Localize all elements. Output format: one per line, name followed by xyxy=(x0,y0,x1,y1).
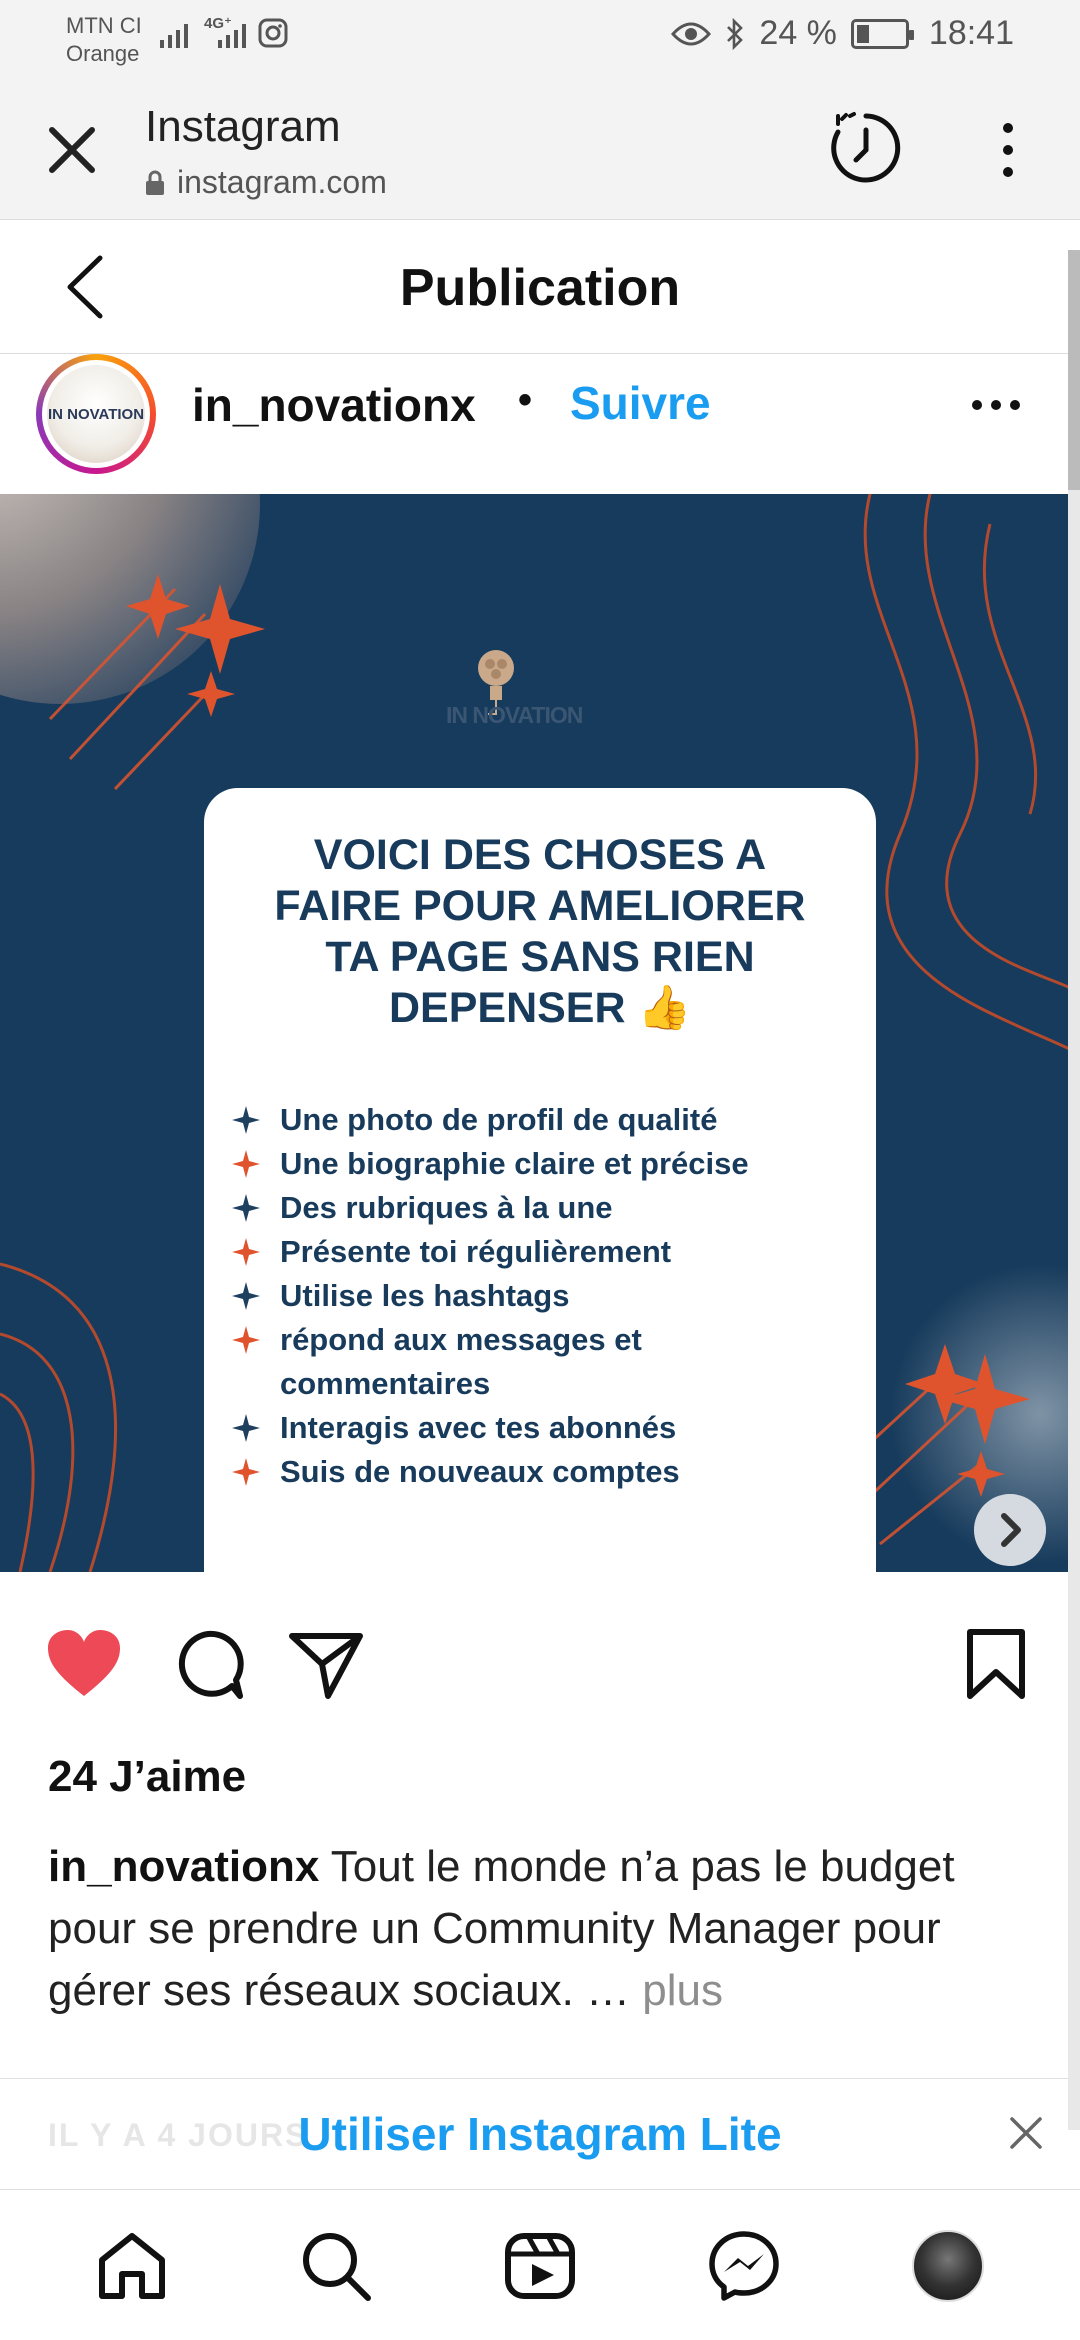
more-vertical-icon[interactable] xyxy=(996,118,1020,182)
messenger-icon[interactable] xyxy=(708,2230,780,2302)
close-icon[interactable] xyxy=(40,118,104,182)
tip-text: Une biographie claire et précise xyxy=(280,1146,749,1181)
bluetooth-icon xyxy=(727,17,744,50)
clock: 18:41 xyxy=(928,14,1014,52)
tip-item: répond aux messages et xyxy=(224,1318,749,1362)
instagram-notification-icon xyxy=(258,18,288,48)
eye-icon xyxy=(671,22,712,45)
sparkle-bullet-icon xyxy=(232,1194,260,1222)
sparkle-bullet-icon xyxy=(232,1458,260,1486)
card-title: VOICI DES CHOSES A FAIRE POUR AMELIORER … xyxy=(204,830,876,1034)
tip-text: Utilise les hashtags xyxy=(280,1278,570,1313)
lock-icon xyxy=(146,170,164,195)
signal-icons: 4G⁺ xyxy=(160,15,288,48)
page-title: Publication xyxy=(399,259,681,317)
comment-icon[interactable] xyxy=(170,1628,246,1700)
send-icon[interactable] xyxy=(288,1628,364,1700)
post-header: IN NOVATION in_novationx • Suivre xyxy=(0,354,1080,494)
tip-text: Présente toi régulièrement xyxy=(280,1234,672,1269)
browser-toolbar: Instagram instagram.com xyxy=(0,72,1080,220)
next-slide-button[interactable] xyxy=(974,1494,1046,1566)
sparkle-bullet-icon xyxy=(232,1106,260,1134)
url-text: instagram.com xyxy=(177,164,387,200)
avatar[interactable]: IN NOVATION xyxy=(36,354,156,474)
tip-text: Interagis avec tes abonnés xyxy=(280,1410,677,1445)
status-right: 24 % 18:41 xyxy=(671,14,1014,53)
scrollbar-thumb[interactable] xyxy=(1068,250,1080,490)
card-title-line: VOICI DES CHOSES A xyxy=(313,831,767,879)
page-header: Publication xyxy=(0,220,1080,354)
tip-item: Présente toi régulièrement xyxy=(224,1230,749,1274)
search-icon[interactable] xyxy=(300,2230,372,2302)
caption-more-link[interactable]: plus xyxy=(642,1966,723,2015)
tips-list: Une photo de profil de qualité Une biogra… xyxy=(224,1098,749,1494)
card-title-line: FAIRE POUR AMELIORER xyxy=(274,882,806,930)
carrier-info: MTN CI Orange xyxy=(66,12,142,68)
sparkle-bullet-icon xyxy=(232,1326,260,1354)
timer-icon[interactable] xyxy=(828,110,904,186)
home-icon[interactable] xyxy=(96,2230,168,2302)
post-actions xyxy=(0,1572,1080,1722)
avatar-image: IN NOVATION xyxy=(47,365,145,463)
logo-text: IN NOVATION xyxy=(446,702,583,728)
tip-item: Utilise les hashtags xyxy=(224,1274,749,1318)
caption-username[interactable]: in_novationx xyxy=(48,1842,319,1891)
tip-text: répond aux messages et xyxy=(280,1322,642,1357)
bookmark-icon[interactable] xyxy=(958,1628,1034,1700)
more-horizontal-icon[interactable] xyxy=(970,398,1022,412)
post-username[interactable]: in_novationx xyxy=(192,378,476,432)
card-title-line: DEPENSER 👍 xyxy=(388,984,692,1032)
tip-item: Interagis avec tes abonnés xyxy=(224,1406,749,1450)
heart-icon[interactable] xyxy=(46,1628,122,1700)
content-card: VOICI DES CHOSES A FAIRE POUR AMELIORER … xyxy=(204,788,876,1572)
instagram-lite-banner: IL Y A 4 JOURS Utiliser Instagram Lite xyxy=(0,2078,1080,2190)
signal-4g-icon: 4G⁺ xyxy=(204,15,248,48)
tip-item: Une biographie claire et précise xyxy=(224,1142,749,1186)
tip-item: Suis de nouveaux comptes xyxy=(224,1450,749,1494)
sparkle-bullet-icon xyxy=(232,1238,260,1266)
sparkle-bullet-icon xyxy=(232,1414,260,1442)
profile-avatar[interactable] xyxy=(912,2230,984,2302)
post-image[interactable]: IN NOVATION VOICI DES CHOSES A FAIRE POU… xyxy=(0,494,1080,1572)
signal-icon xyxy=(160,24,188,48)
browser-title: Instagram xyxy=(145,102,341,151)
tip-text: Suis de nouveaux comptes xyxy=(280,1454,680,1489)
carrier-secondary: Orange xyxy=(66,41,140,66)
reels-icon[interactable] xyxy=(504,2230,576,2302)
battery-icon xyxy=(850,18,914,49)
post-caption: in_novationx Tout le monde n’a pas le bu… xyxy=(48,1836,1028,2022)
tip-item: Des rubriques à la une xyxy=(224,1186,749,1230)
tip-text: commentaires xyxy=(280,1366,491,1401)
tip-item: Une photo de profil de qualité xyxy=(224,1098,749,1142)
battery-percent: 24 % xyxy=(759,14,837,52)
card-title-line: TA PAGE SANS RIEN xyxy=(325,933,755,981)
close-icon[interactable] xyxy=(1008,2115,1044,2151)
use-instagram-lite-link[interactable]: Utiliser Instagram Lite xyxy=(0,2107,1080,2161)
tip-item: commentaires xyxy=(224,1362,749,1406)
brand-logo: IN NOVATION xyxy=(446,648,646,768)
likes-count[interactable]: 24 J’aime xyxy=(48,1752,246,1802)
sparkle-bullet-icon xyxy=(232,1282,260,1310)
carrier-primary: MTN CI xyxy=(66,13,142,38)
scrollbar-track[interactable] xyxy=(1068,250,1080,2130)
url-display[interactable]: instagram.com xyxy=(145,164,387,201)
sparkle-bullet-icon xyxy=(232,1150,260,1178)
separator-dot: • xyxy=(518,378,533,422)
status-bar: MTN CI Orange 4G⁺ 24 % 18:41 xyxy=(0,0,1080,72)
tip-text: Une photo de profil de qualité xyxy=(280,1102,718,1137)
tip-text: Des rubriques à la une xyxy=(280,1190,613,1225)
follow-button[interactable]: Suivre xyxy=(570,376,711,430)
bottom-navigation xyxy=(0,2190,1080,2340)
